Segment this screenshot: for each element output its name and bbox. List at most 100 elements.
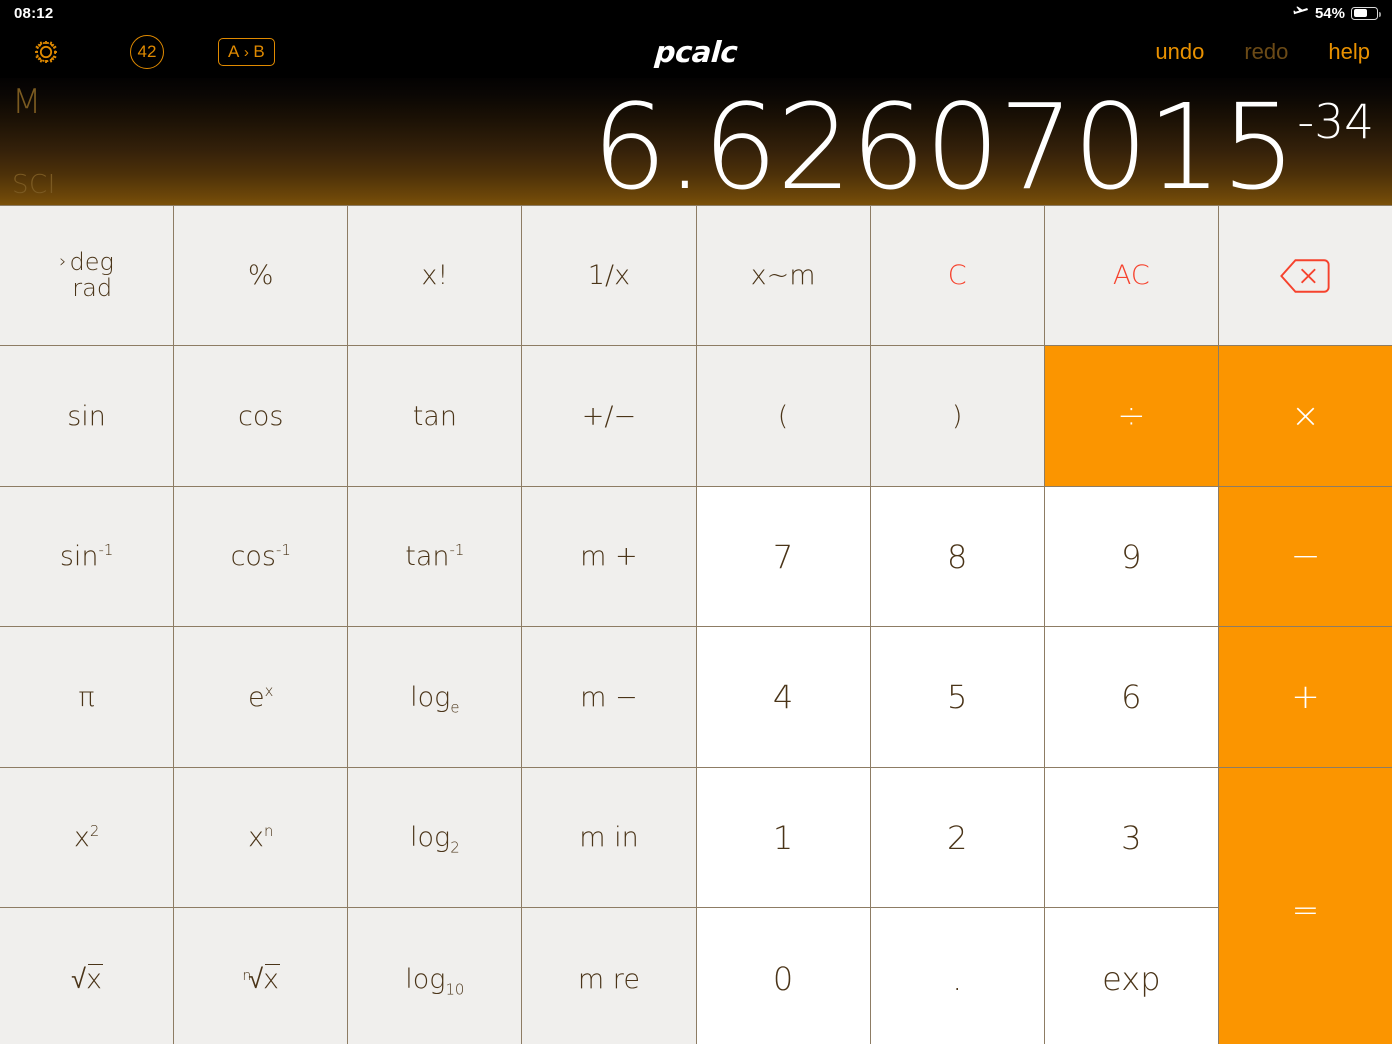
key-square[interactable]: x2 bbox=[0, 768, 174, 907]
key-log-e[interactable]: loge bbox=[348, 627, 522, 767]
key-label: xn bbox=[247, 822, 274, 853]
toolbar-right-group: undo redo help bbox=[1155, 26, 1370, 78]
key-label: ÷ bbox=[1117, 396, 1146, 436]
key-memory-recall[interactable]: m re bbox=[522, 908, 696, 1044]
key-multiply[interactable]: × bbox=[1218, 346, 1392, 486]
redo-button[interactable]: redo bbox=[1244, 39, 1288, 65]
key-4[interactable]: 4 bbox=[696, 627, 870, 767]
key-paren-close[interactable]: ) bbox=[870, 346, 1044, 486]
key-label: m re bbox=[577, 963, 640, 995]
key-equals[interactable]: = bbox=[1218, 768, 1392, 1044]
key-label: π bbox=[78, 681, 95, 713]
key-label: cos-1 bbox=[230, 541, 291, 572]
key-nth-root[interactable]: n √x bbox=[174, 908, 348, 1044]
key-factorial[interactable]: x! bbox=[348, 206, 522, 345]
key-label: ex bbox=[247, 681, 274, 713]
key-8[interactable]: 8 bbox=[870, 487, 1044, 626]
key-9[interactable]: 9 bbox=[1044, 487, 1218, 626]
key-label: x! bbox=[421, 260, 449, 291]
superscript: n bbox=[263, 822, 274, 840]
airplane-mode-icon bbox=[1293, 6, 1308, 15]
key-backspace[interactable] bbox=[1218, 206, 1392, 345]
key-memory-subtract[interactable]: m − bbox=[522, 627, 696, 767]
key-label: 9 bbox=[1121, 537, 1142, 576]
mode-deg-label: deg bbox=[69, 248, 114, 277]
ios-status-bar: 08:12 54% bbox=[0, 0, 1392, 26]
pcalc-app: 08:12 54% 42 A › B undo redo help pcalc … bbox=[0, 0, 1392, 1044]
key-label: × bbox=[1291, 396, 1320, 436]
help-button[interactable]: help bbox=[1328, 39, 1370, 65]
root-index: n bbox=[242, 967, 252, 984]
key-reciprocal[interactable]: 1/x bbox=[522, 206, 696, 345]
key-asin[interactable]: sin-1 bbox=[0, 487, 174, 626]
key-5[interactable]: 5 bbox=[870, 627, 1044, 767]
key-log-10[interactable]: log10 bbox=[348, 908, 522, 1044]
key-pi[interactable]: π bbox=[0, 627, 174, 767]
key-label: − bbox=[1290, 536, 1321, 577]
calculator-display[interactable]: M SCI 6.62607015 -34 bbox=[0, 78, 1392, 205]
key-divide[interactable]: ÷ bbox=[1044, 346, 1218, 486]
key-decimal[interactable]: . bbox=[870, 908, 1044, 1044]
key-atan[interactable]: tan-1 bbox=[348, 487, 522, 626]
key-6[interactable]: 6 bbox=[1044, 627, 1218, 767]
key-3[interactable]: 3 bbox=[1044, 768, 1218, 907]
key-label: log10 bbox=[405, 963, 465, 998]
key-power[interactable]: xn bbox=[174, 768, 348, 907]
key-sqrt[interactable]: √x bbox=[0, 908, 174, 1044]
backspace-icon bbox=[1280, 258, 1331, 293]
conversion-button[interactable]: A › B bbox=[218, 38, 276, 66]
constants-button[interactable]: 42 bbox=[130, 35, 164, 69]
key-label: AC bbox=[1112, 260, 1150, 291]
key-memory-add[interactable]: m + bbox=[522, 487, 696, 626]
status-clock: 08:12 bbox=[14, 4, 54, 22]
radical-body: √x bbox=[71, 963, 103, 995]
toolbar-left-group: 42 A › B bbox=[0, 26, 276, 78]
key-label: log2 bbox=[409, 822, 460, 857]
key-subtract[interactable]: − bbox=[1218, 487, 1392, 626]
key-label: 8 bbox=[947, 537, 968, 576]
key-swap-memory[interactable]: x~m bbox=[696, 206, 870, 345]
key-paren-open[interactable]: ( bbox=[696, 346, 870, 486]
key-log-2[interactable]: log2 bbox=[348, 768, 522, 907]
superscript: -1 bbox=[98, 541, 114, 559]
key-label: 1 bbox=[772, 818, 794, 857]
key-cos[interactable]: cos bbox=[174, 346, 348, 486]
key-acos[interactable]: cos-1 bbox=[174, 487, 348, 626]
key-label: loge bbox=[410, 681, 460, 716]
key-label: 1/x bbox=[587, 260, 631, 291]
key-label: 2 bbox=[947, 818, 968, 857]
key-label: . bbox=[952, 960, 963, 998]
display-mantissa: 6.62607015 bbox=[592, 78, 1296, 205]
key-clear[interactable]: C bbox=[870, 206, 1044, 345]
key-label: 6 bbox=[1121, 678, 1142, 716]
key-label: x~m bbox=[750, 260, 816, 291]
key-sign[interactable]: +/− bbox=[522, 346, 696, 486]
key-exp-e[interactable]: ex bbox=[174, 627, 348, 767]
key-sin[interactable]: sin bbox=[0, 346, 174, 486]
key-2[interactable]: 2 bbox=[870, 768, 1044, 907]
key-label: tan bbox=[412, 400, 457, 432]
key-0[interactable]: 0 bbox=[696, 908, 870, 1044]
mode-indicator: SCI bbox=[12, 170, 56, 200]
calculator-keypad: › deg rad% x! 1/x x~m C AC sin cos tan +/− () ÷ × sin-1… bbox=[0, 205, 1392, 1044]
undo-button[interactable]: undo bbox=[1155, 39, 1204, 65]
status-right-cluster: 54% bbox=[1293, 5, 1381, 22]
settings-button[interactable] bbox=[14, 34, 78, 70]
key-memory-in[interactable]: m in bbox=[522, 768, 696, 907]
key-7[interactable]: 7 bbox=[696, 487, 870, 626]
superscript: x bbox=[264, 681, 274, 700]
key-exp[interactable]: exp bbox=[1044, 908, 1218, 1044]
key-all-clear[interactable]: AC bbox=[1044, 206, 1218, 345]
key-percent[interactable]: % bbox=[174, 206, 348, 345]
key-deg-rad[interactable]: › deg rad bbox=[0, 206, 174, 345]
key-tan[interactable]: tan bbox=[348, 346, 522, 486]
key-add[interactable]: + bbox=[1218, 627, 1392, 767]
key-label: exp bbox=[1102, 960, 1161, 998]
key-label: 3 bbox=[1121, 818, 1142, 857]
key-label: ) bbox=[951, 400, 963, 432]
radical-body: √x bbox=[248, 963, 280, 995]
chevron-right-icon: › bbox=[243, 43, 250, 61]
mode-rad-label: rad bbox=[72, 273, 113, 302]
key-label: m − bbox=[580, 681, 638, 713]
key-1[interactable]: 1 bbox=[696, 768, 870, 907]
